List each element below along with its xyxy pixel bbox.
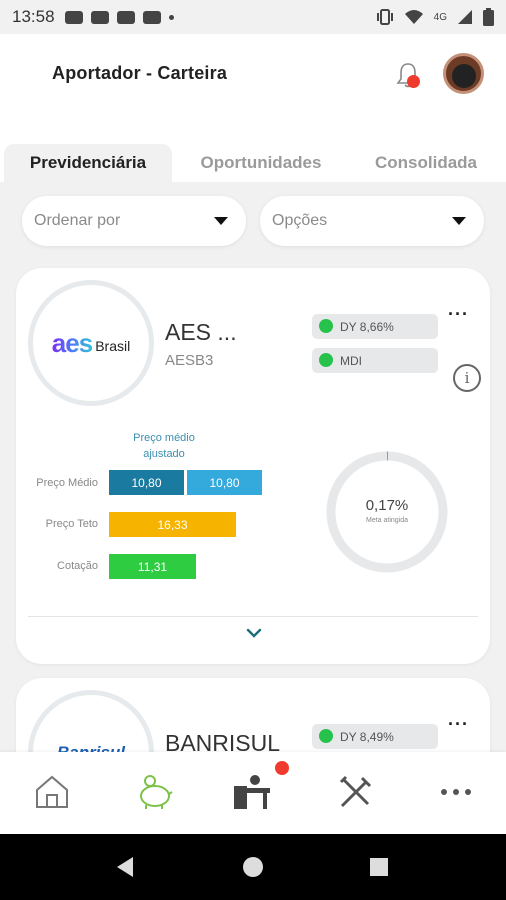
bar-label-preco-medio: Preço Médio <box>36 477 98 489</box>
dividend-yield-text: DY 8,49% <box>340 729 394 744</box>
notification-badge <box>275 761 289 775</box>
bar-label-preco-teto: Preço Teto <box>45 518 98 530</box>
wifi-icon <box>404 10 423 24</box>
tools-icon[interactable] <box>336 772 376 812</box>
options-dropdown[interactable]: Opções <box>260 196 484 246</box>
caret-down-icon <box>452 217 466 225</box>
camera-notification-icon <box>64 10 83 24</box>
home-icon[interactable] <box>32 772 72 812</box>
status-dot <box>319 353 333 367</box>
bar-preco-medio-ajustado: 10,80 <box>187 470 262 495</box>
back-icon[interactable] <box>113 855 137 879</box>
status-notification-icons <box>64 10 174 24</box>
app-header: Aportador - Carteira <box>0 34 506 116</box>
avatar-image <box>452 64 476 88</box>
tab-consolidada[interactable]: Consolidada <box>356 144 496 182</box>
status-system-icons: 4G <box>376 8 494 26</box>
tab-previdenciaria[interactable]: Previdenciária <box>4 144 172 182</box>
battery-icon <box>483 8 494 26</box>
more-options-icon[interactable]: ··· <box>448 304 469 325</box>
logo-brasil-text: Brasil <box>95 338 131 354</box>
portfolio-tabs: Previdenciária Oportunidades Consolidada <box>0 116 506 182</box>
notification-badge <box>407 75 420 88</box>
caret-down-icon <box>214 217 228 225</box>
avatar[interactable] <box>443 53 484 94</box>
category-text: MDI <box>340 353 362 368</box>
piggy-bank-icon[interactable] <box>134 772 174 812</box>
bar-label-cotacao: Cotação <box>57 560 98 572</box>
sort-dropdown-label: Ordenar por <box>34 212 121 229</box>
info-icon[interactable]: i <box>453 364 481 392</box>
bar-preco-teto: 16,33 <box>109 512 236 537</box>
status-dot <box>319 729 333 743</box>
goal-label: Meta atingida <box>365 517 409 524</box>
dividend-yield-badge: DY 8,66% <box>312 314 438 339</box>
status-time: 13:58 <box>12 7 55 26</box>
company-ticker: AESB3 <box>165 352 214 369</box>
company-logo: aes Brasil <box>28 280 154 406</box>
dividend-yield-text: DY 8,66% <box>340 319 394 334</box>
more-icon[interactable] <box>436 772 476 812</box>
sort-dropdown[interactable]: Ordenar por <box>22 196 246 246</box>
desk-icon[interactable] <box>232 772 272 812</box>
system-nav-bar <box>0 834 506 900</box>
dividend-yield-badge: DY 8,49% <box>312 724 438 749</box>
tab-oportunidades[interactable]: Oportunidades <box>186 144 336 182</box>
chart-title: Preço médio ajustado <box>133 432 195 460</box>
home-circle-icon[interactable] <box>242 856 264 878</box>
recents-icon[interactable] <box>369 857 389 877</box>
network-type: 4G <box>433 11 447 23</box>
signal-icon <box>458 10 472 24</box>
youtube-notification-icon <box>116 10 135 24</box>
chevron-down-icon[interactable] <box>245 624 263 642</box>
options-dropdown-label: Opções <box>272 212 328 229</box>
status-dot <box>319 319 333 333</box>
divider <box>28 616 478 617</box>
category-badge: MDI <box>312 348 438 373</box>
more-notifications-dot-icon <box>168 14 174 20</box>
company-name: AES ... <box>165 319 237 345</box>
youtube-notification-icon <box>90 10 109 24</box>
status-bar: 13:58 4G <box>0 0 506 34</box>
bottom-nav <box>0 752 506 834</box>
vibrate-icon <box>376 9 393 25</box>
more-options-icon[interactable]: ··· <box>448 714 469 735</box>
page-title: Aportador - Carteira <box>52 63 228 83</box>
bar-cotacao: 11,31 <box>109 554 196 579</box>
bar-preco-medio: 10,80 <box>109 470 184 495</box>
youtube-notification-icon <box>142 10 161 24</box>
asset-card: aes Brasil AES ... AESB3 DY 8,66% MDI ···… <box>16 268 490 664</box>
goal-percentage: 0,17% <box>365 497 409 514</box>
logo-aes-text: aes <box>51 327 93 358</box>
